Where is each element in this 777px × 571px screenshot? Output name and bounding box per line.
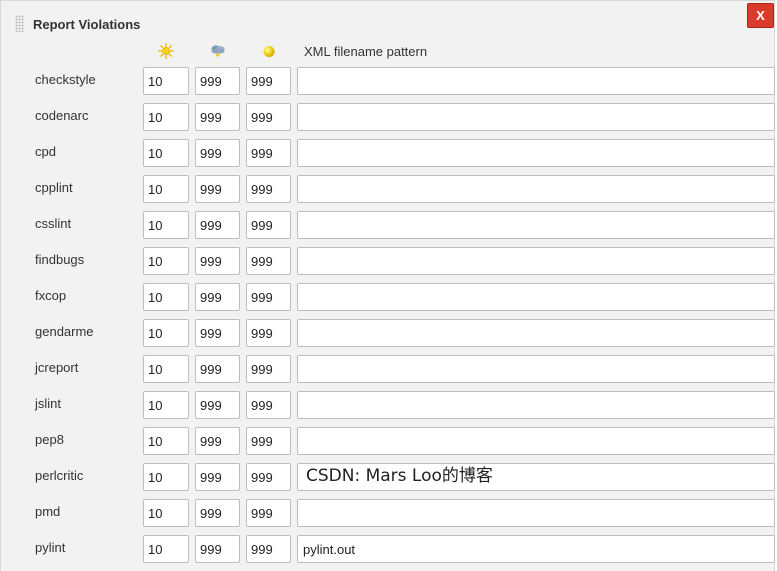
xml-pattern-input[interactable] <box>297 67 775 95</box>
min-threshold-input[interactable] <box>143 211 189 239</box>
xml-pattern-input[interactable] <box>297 175 775 203</box>
violation-label: cpd <box>35 144 56 159</box>
max-threshold-input[interactable] <box>195 319 240 347</box>
unstable-threshold-input[interactable] <box>246 211 291 239</box>
unstable-threshold-input[interactable] <box>246 283 291 311</box>
violation-label: findbugs <box>35 252 85 267</box>
violation-row-pylint: pylint <box>1 535 777 571</box>
violation-row-checkstyle: checkstyle <box>1 67 777 103</box>
max-threshold-input[interactable] <box>195 283 240 311</box>
unstable-threshold-input[interactable] <box>246 355 291 383</box>
violation-label: jcreport <box>35 360 79 375</box>
violation-label: fxcop <box>35 288 67 303</box>
unstable-threshold-input[interactable] <box>246 103 291 131</box>
max-threshold-input[interactable] <box>195 391 240 419</box>
max-threshold-input[interactable] <box>195 175 240 203</box>
unstable-threshold-input[interactable] <box>246 175 291 203</box>
violation-label: jslint <box>35 396 62 411</box>
close-button[interactable]: X <box>747 3 774 28</box>
column-header-sunny <box>143 41 189 61</box>
column-header-unstable <box>246 41 292 61</box>
violations-table: checkstyle codenarc cpd cpplint csslint findb… <box>1 67 777 571</box>
xml-pattern-input[interactable] <box>297 427 775 455</box>
unstable-threshold-input[interactable] <box>246 391 291 419</box>
max-threshold-input[interactable] <box>195 103 240 131</box>
report-violations-panel: Report Violations X XML filename pattern… <box>0 0 775 571</box>
min-threshold-input[interactable] <box>143 247 189 275</box>
violation-row-pep8: pep8 <box>1 427 777 463</box>
min-threshold-input[interactable] <box>143 67 189 95</box>
violation-row-findbugs: findbugs <box>1 247 777 283</box>
sun-icon <box>158 43 174 59</box>
min-threshold-input[interactable] <box>143 175 189 203</box>
xml-pattern-input[interactable] <box>297 463 775 491</box>
column-header-pattern: XML filename pattern <box>304 43 428 59</box>
violation-label: perlcritic <box>35 468 84 483</box>
max-threshold-input[interactable] <box>195 427 240 455</box>
min-threshold-input[interactable] <box>143 139 189 167</box>
violation-row-gendarme: gendarme <box>1 319 777 355</box>
violation-label: pmd <box>35 504 61 519</box>
min-threshold-input[interactable] <box>143 283 189 311</box>
violation-label: checkstyle <box>35 72 96 87</box>
unstable-threshold-input[interactable] <box>246 319 291 347</box>
yellow-ball-icon <box>263 46 275 57</box>
unstable-threshold-input[interactable] <box>246 535 291 563</box>
max-threshold-input[interactable] <box>195 463 240 491</box>
violation-row-jcreport: jcreport <box>1 355 777 391</box>
xml-pattern-input[interactable] <box>297 103 775 131</box>
violation-label: pylint <box>35 540 66 555</box>
xml-pattern-input[interactable] <box>297 139 775 167</box>
unstable-threshold-input[interactable] <box>246 67 291 95</box>
min-threshold-input[interactable] <box>143 427 189 455</box>
violation-label: pep8 <box>35 432 64 447</box>
unstable-threshold-input[interactable] <box>246 463 291 491</box>
xml-pattern-input[interactable] <box>297 391 775 419</box>
xml-pattern-input[interactable] <box>297 535 775 563</box>
violation-row-jslint: jslint <box>1 391 777 427</box>
unstable-threshold-input[interactable] <box>246 139 291 167</box>
violation-row-pmd: pmd <box>1 499 777 535</box>
max-threshold-input[interactable] <box>195 67 240 95</box>
min-threshold-input[interactable] <box>143 463 189 491</box>
min-threshold-input[interactable] <box>143 391 189 419</box>
min-threshold-input[interactable] <box>143 499 189 527</box>
min-threshold-input[interactable] <box>143 535 189 563</box>
xml-pattern-input[interactable] <box>297 319 775 347</box>
violation-label: codenarc <box>35 108 89 123</box>
max-threshold-input[interactable] <box>195 211 240 239</box>
violation-row-perlcritic: perlcritic <box>1 463 777 499</box>
unstable-threshold-input[interactable] <box>246 247 291 275</box>
storm-cloud-icon <box>211 45 225 59</box>
violation-row-codenarc: codenarc <box>1 103 777 139</box>
drag-handle-icon[interactable] <box>15 15 24 32</box>
max-threshold-input[interactable] <box>195 499 240 527</box>
violation-label: gendarme <box>35 324 94 339</box>
violation-row-csslint: csslint <box>1 211 777 247</box>
max-threshold-input[interactable] <box>195 355 240 383</box>
unstable-threshold-input[interactable] <box>246 427 291 455</box>
xml-pattern-input[interactable] <box>297 283 775 311</box>
max-threshold-input[interactable] <box>195 139 240 167</box>
min-threshold-input[interactable] <box>143 319 189 347</box>
violation-row-fxcop: fxcop <box>1 283 777 319</box>
min-threshold-input[interactable] <box>143 355 189 383</box>
min-threshold-input[interactable] <box>143 103 189 131</box>
max-threshold-input[interactable] <box>195 535 240 563</box>
violation-label: cpplint <box>35 180 73 195</box>
max-threshold-input[interactable] <box>195 247 240 275</box>
unstable-threshold-input[interactable] <box>246 499 291 527</box>
violation-label: csslint <box>35 216 72 231</box>
xml-pattern-input[interactable] <box>297 355 775 383</box>
column-header-stormy <box>195 41 241 61</box>
violation-row-cpplint: cpplint <box>1 175 777 211</box>
xml-pattern-input[interactable] <box>297 211 775 239</box>
violation-row-cpd: cpd <box>1 139 777 175</box>
xml-pattern-input[interactable] <box>297 499 775 527</box>
section-title: Report Violations <box>33 17 141 32</box>
xml-pattern-input[interactable] <box>297 247 775 275</box>
